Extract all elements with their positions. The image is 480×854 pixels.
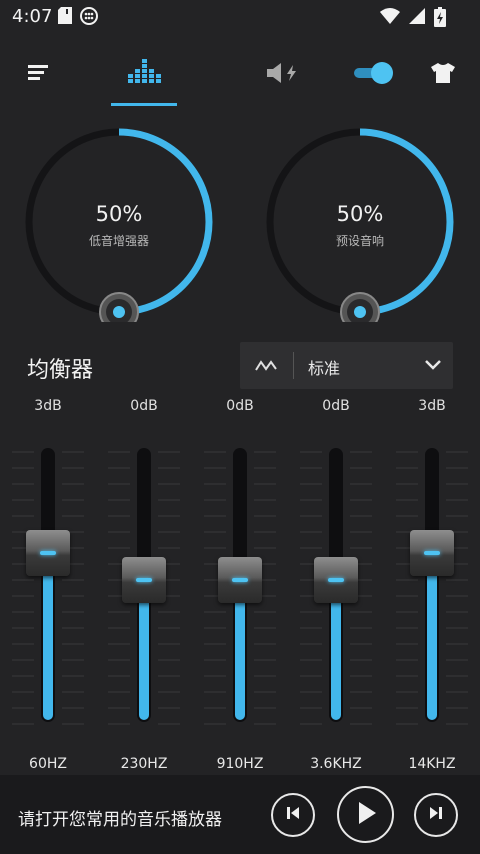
play-button[interactable] [337, 786, 394, 843]
signal-icon [408, 7, 426, 31]
band-freq-230: 230HZ [120, 756, 168, 772]
band-slider-910[interactable] [204, 440, 276, 730]
sd-card-icon [58, 7, 72, 29]
status-bar: 4:07 [0, 0, 480, 34]
preset-dropdown[interactable]: 标准 [240, 342, 453, 389]
skip-previous-icon [285, 805, 301, 825]
slider-thumb[interactable] [218, 557, 262, 603]
band-freq-3600: 3.6KHZ [310, 756, 362, 772]
band-freq-60: 60HZ [29, 756, 67, 772]
wifi-icon [380, 7, 400, 31]
virtualizer-label: 预设音响 [335, 234, 384, 248]
slider-thumb[interactable] [410, 529, 454, 576]
virtualizer-percent: 50% [336, 202, 384, 226]
band-slider-60[interactable] [12, 440, 84, 730]
band-slider-3600[interactable] [300, 440, 372, 730]
battery-charging-icon [434, 7, 446, 31]
band-gain-230: 0dB [130, 398, 158, 414]
band-gain-3600: 0dB [322, 398, 350, 414]
band-slider-230[interactable] [108, 440, 180, 730]
play-icon [354, 800, 378, 830]
slider-thumb[interactable] [26, 529, 70, 576]
next-button[interactable] [414, 793, 458, 837]
previous-button[interactable] [271, 793, 315, 837]
menu-icon[interactable] [24, 56, 52, 90]
band-gain-910: 0dB [226, 398, 254, 414]
player-bar: 请打开您常用的音乐播放器 [0, 775, 480, 854]
app-notification-icon [80, 7, 98, 29]
bass-boost-dial[interactable]: 50% 低音增强器 [19, 122, 219, 332]
equalizer-icon [126, 57, 162, 89]
preset-value: 标准 [308, 359, 341, 378]
band-gain-60: 3dB [34, 398, 62, 414]
band-gain-14000: 3dB [418, 398, 446, 414]
wave-icon [254, 356, 280, 378]
toggle-switch[interactable] [352, 56, 396, 90]
slider-thumb[interactable] [314, 557, 358, 603]
status-time: 4:07 [12, 6, 53, 27]
toolbar [0, 40, 480, 106]
skip-next-icon [428, 805, 444, 825]
band-freq-910: 910HZ [216, 756, 264, 772]
slider-thumb[interactable] [122, 557, 166, 603]
band-slider-14000[interactable] [396, 440, 468, 730]
player-message: 请打开您常用的音乐播放器 [18, 810, 222, 830]
tab-equalizer[interactable] [124, 56, 164, 90]
speaker-boost-icon[interactable] [264, 56, 302, 90]
chevron-down-icon [423, 357, 443, 376]
bass-boost-label: 低音增强器 [88, 234, 149, 248]
tab-indicator [111, 103, 177, 106]
equalizer-title: 均衡器 [27, 358, 94, 383]
virtualizer-dial[interactable]: 50% 预设音响 [260, 122, 460, 332]
tshirt-icon[interactable] [428, 56, 458, 90]
bass-boost-percent: 50% [95, 202, 143, 226]
band-freq-14000: 14KHZ [408, 756, 456, 772]
